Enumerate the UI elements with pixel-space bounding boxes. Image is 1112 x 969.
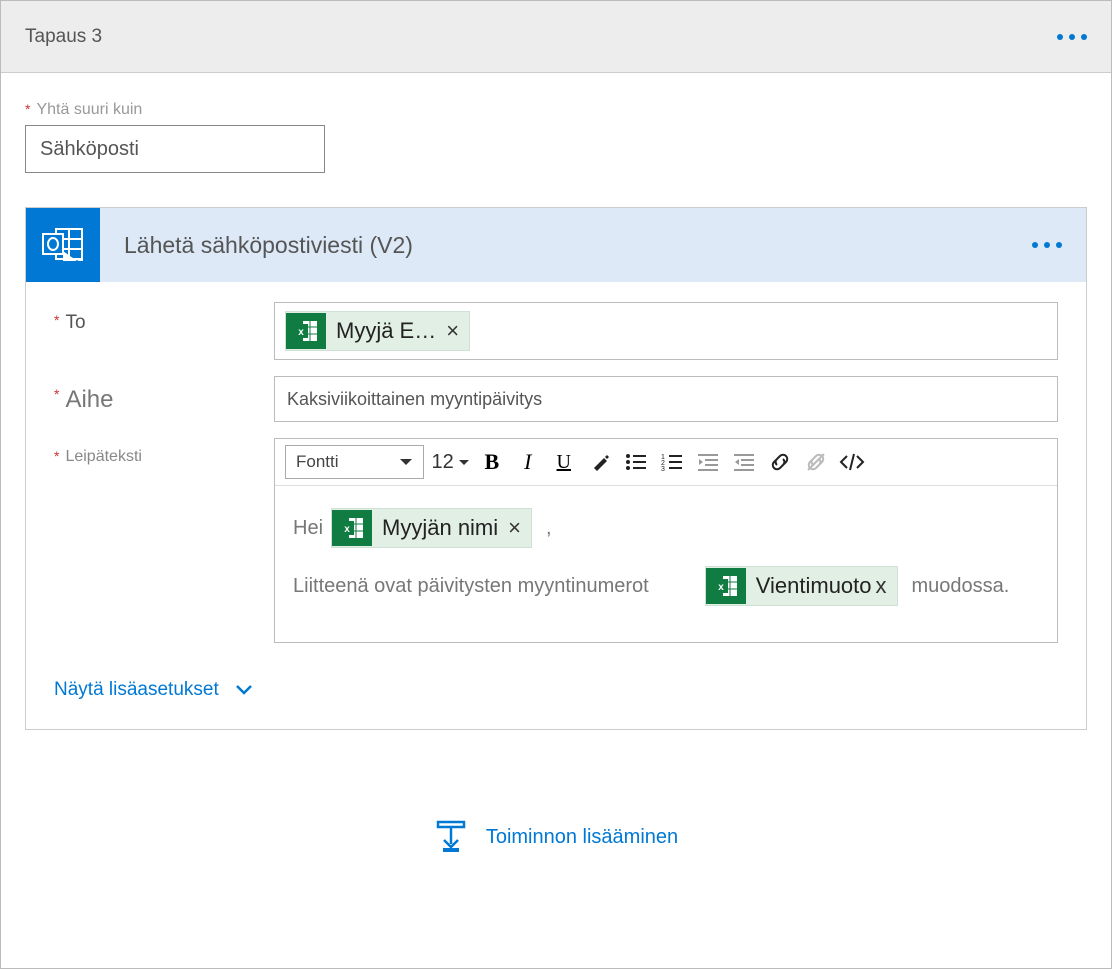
body-editor: Fontti 12 B I U <box>274 438 1058 643</box>
case-title: Tapaus 3 <box>25 26 102 48</box>
body-label: *Leipäteksti <box>54 438 274 466</box>
equals-input[interactable] <box>25 125 325 173</box>
svg-text:x: x <box>344 524 350 535</box>
remove-token-button[interactable]: × <box>446 318 459 344</box>
body-line2-post: muodossa. <box>912 566 1010 606</box>
action-menu-button[interactable] <box>1032 242 1062 248</box>
body-greeting: Hei <box>293 508 323 548</box>
action-title: Lähetä sähköpostiviesti (V2) <box>124 232 1032 259</box>
svg-text:x: x <box>718 582 724 593</box>
subject-input[interactable] <box>274 376 1058 422</box>
remove-token-button[interactable]: x <box>876 564 887 608</box>
chevron-down-icon <box>235 684 253 696</box>
excel-icon: x <box>286 313 326 349</box>
body-name-token[interactable]: x Myyjän nimi × <box>331 508 532 548</box>
color-picker-button[interactable] <box>586 448 614 476</box>
to-label: *To <box>54 302 274 334</box>
body-line2-pre: Liitteenä ovat päivitysten myyntinumerot <box>293 566 649 606</box>
outdent-button[interactable] <box>694 448 722 476</box>
svg-text:3: 3 <box>661 466 665 472</box>
excel-icon: x <box>332 510 372 546</box>
add-action-icon <box>434 820 468 854</box>
underline-button[interactable]: U <box>550 448 578 476</box>
case-menu-button[interactable] <box>1057 34 1087 40</box>
bold-button[interactable]: B <box>478 448 506 476</box>
add-action-button[interactable]: Toiminnon lisääminen <box>25 820 1087 854</box>
bullet-list-button[interactable] <box>622 448 650 476</box>
numbered-list-button[interactable]: 123 <box>658 448 686 476</box>
show-advanced-button[interactable]: Näytä lisäasetukset <box>54 679 253 701</box>
to-input[interactable]: x Myyjä E… × <box>274 302 1058 360</box>
code-view-button[interactable] <box>838 448 866 476</box>
body-format-token[interactable]: x Vientimuoto x <box>705 566 898 606</box>
to-token[interactable]: x Myyjä E… × <box>285 311 470 351</box>
excel-icon: x <box>706 568 746 604</box>
indent-button[interactable] <box>730 448 758 476</box>
send-email-action-card: Lähetä sähköpostiviesti (V2) *To <box>25 207 1087 730</box>
action-header[interactable]: Lähetä sähköpostiviesti (V2) <box>26 208 1086 282</box>
rte-toolbar: Fontti 12 B I U <box>275 439 1057 486</box>
body-content[interactable]: Hei x <box>275 486 1057 642</box>
link-button[interactable] <box>766 448 794 476</box>
outlook-icon <box>26 208 100 282</box>
svg-text:x: x <box>298 327 304 338</box>
remove-token-button[interactable]: × <box>508 506 521 550</box>
font-select[interactable]: Fontti <box>285 445 424 479</box>
subject-label: *Aihe <box>54 376 274 414</box>
case-header: Tapaus 3 <box>1 1 1111 73</box>
font-size-select[interactable]: 12 <box>432 451 470 474</box>
unlink-button[interactable] <box>802 448 830 476</box>
italic-button[interactable]: I <box>514 448 542 476</box>
equals-label: *Yhtä suuri kuin <box>25 101 1087 119</box>
